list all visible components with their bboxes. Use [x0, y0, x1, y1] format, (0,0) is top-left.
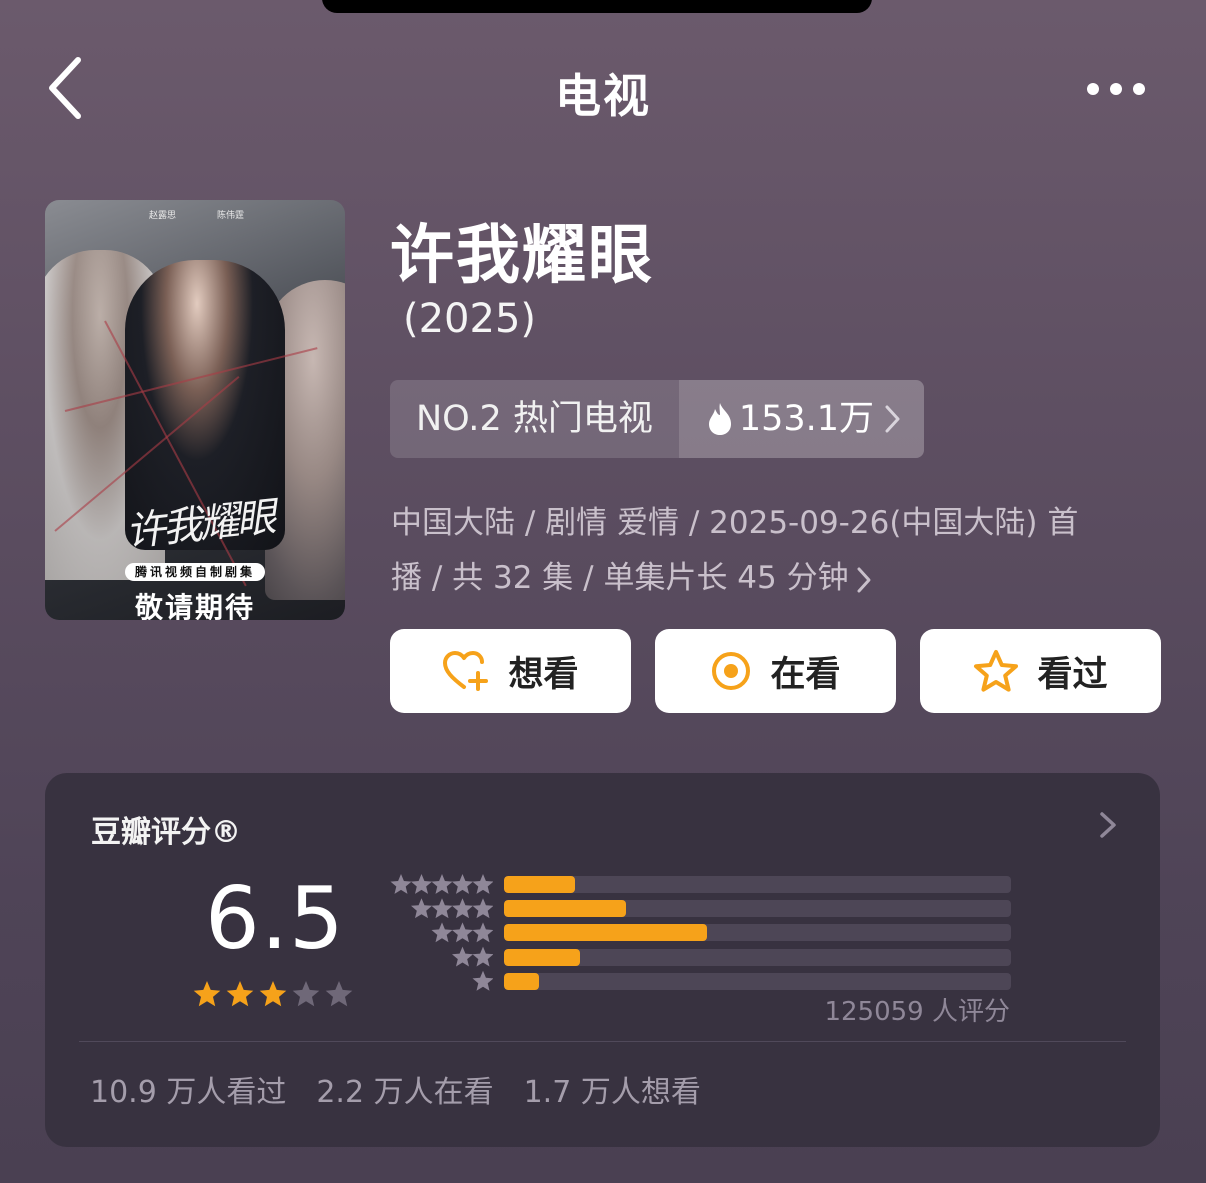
- distribution-star-icon: [472, 874, 493, 894]
- status-bar-notch: [322, 0, 872, 13]
- distribution-star-labels: [390, 874, 493, 991]
- rating-bar-5-star: [504, 876, 1011, 893]
- divider: [79, 1041, 1126, 1042]
- show-meta[interactable]: 中国大陆 / 剧情 爱情 / 2025-09-26(中国大陆) 首 播 / 共 …: [391, 496, 1121, 606]
- distribution-star-icon: [452, 898, 473, 919]
- target-icon: [712, 652, 751, 690]
- more-button[interactable]: [1080, 74, 1152, 104]
- rating-bar-fill: [504, 900, 626, 918]
- heart-plus-icon: [443, 651, 489, 691]
- stat-want[interactable]: 1.7 万人想看: [524, 1067, 701, 1111]
- distribution-star-icon: [431, 922, 453, 943]
- show-year: (2025): [403, 296, 537, 342]
- rating-bar-3-star: [504, 924, 1011, 942]
- more-horizontal-icon: [1087, 83, 1145, 95]
- chevron-right-icon[interactable]: [1093, 807, 1123, 843]
- heat-section: 153.1万: [678, 380, 925, 458]
- watching-label: 在看: [770, 654, 841, 695]
- watched-label: 看过: [1037, 654, 1108, 695]
- rating-bar-4-star: [504, 900, 1011, 918]
- star-empty-icon: [292, 981, 320, 1007]
- poster-tagline: 敬请期待: [134, 591, 255, 620]
- rank-label: NO.2 热门电视: [390, 380, 679, 458]
- star-filled-icon: [259, 981, 287, 1007]
- ranking-badge[interactable]: NO.2 热门电视 153.1万: [390, 380, 925, 458]
- stat-watched[interactable]: 10.9 万人看过: [90, 1067, 286, 1111]
- meta-line: 中国大陆 / 剧情 爱情 / 2025-09-26(中国大陆) 首: [391, 505, 1079, 541]
- distribution-star-icon: [452, 922, 473, 943]
- star-empty-icon: [325, 981, 353, 1007]
- distribution-star-icon: [452, 874, 473, 894]
- want-to-watch-button[interactable]: 想看: [390, 629, 631, 713]
- star-filled-icon: [226, 981, 254, 1007]
- watched-button[interactable]: 看过: [920, 629, 1161, 713]
- rating-bar-fill: [504, 948, 581, 966]
- distribution-star-icon: [431, 898, 453, 919]
- rating-count: 125059 人评分: [824, 997, 1010, 1027]
- show-title: 许我耀眼: [390, 219, 654, 293]
- distribution-star-icon: [452, 946, 473, 967]
- distribution-star-icon: [411, 898, 432, 919]
- poster-credit: 赵露思: [149, 211, 177, 221]
- watching-button[interactable]: 在看: [655, 629, 896, 713]
- page-title: 电视: [555, 69, 651, 123]
- chevron-right-icon: [885, 405, 900, 433]
- watch-stats: 10.9 万人看过 2.2 万人在看 1.7 万人想看: [90, 1067, 701, 1111]
- poster-credit: 陈伟霆: [217, 211, 245, 221]
- distribution-star-icon: [390, 874, 412, 894]
- heat-value: 153.1万: [738, 399, 875, 439]
- distribution-star-icon: [472, 970, 493, 991]
- rating-bar-fill: [504, 876, 575, 893]
- rating-score: 6.5: [205, 869, 345, 969]
- flame-icon: [708, 403, 731, 435]
- chevron-right-icon: [857, 567, 871, 592]
- rating-card[interactable]: 豆瓣评分® 6.5 125059 人评分 10.9 万人看过 2.2 万人在看 …: [45, 773, 1160, 1147]
- star-outline-icon: [974, 650, 1019, 692]
- rating-bar-fill: [504, 972, 540, 990]
- rating-bar-fill: [504, 924, 707, 942]
- distribution-star-icon: [472, 922, 493, 943]
- rating-stars: [193, 981, 353, 1007]
- poster-badge: 腾讯视频自制剧集: [125, 563, 265, 581]
- rating-bar-2-star: [504, 948, 1011, 966]
- meta-line-text: 播 / 共 32 集 / 单集片长 45 分钟: [391, 560, 849, 596]
- rating-title: 豆瓣评分®: [91, 815, 241, 850]
- meta-line-2: 播 / 共 32 集 / 单集片长 45 分钟: [391, 551, 1121, 606]
- rating-bar-1-star: [504, 972, 1011, 990]
- distribution-star-icon: [431, 874, 453, 894]
- star-filled-icon: [193, 981, 221, 1007]
- distribution-star-icon: [472, 946, 493, 967]
- stat-watching[interactable]: 2.2 万人在看: [316, 1067, 493, 1111]
- want-to-watch-label: 想看: [508, 654, 579, 695]
- distribution-star-icon: [472, 898, 493, 919]
- poster-image[interactable]: 赵露思 陈伟霆 许我耀眼 腾讯视频自制剧集 敬请期待: [45, 200, 345, 620]
- distribution-star-icon: [411, 874, 432, 894]
